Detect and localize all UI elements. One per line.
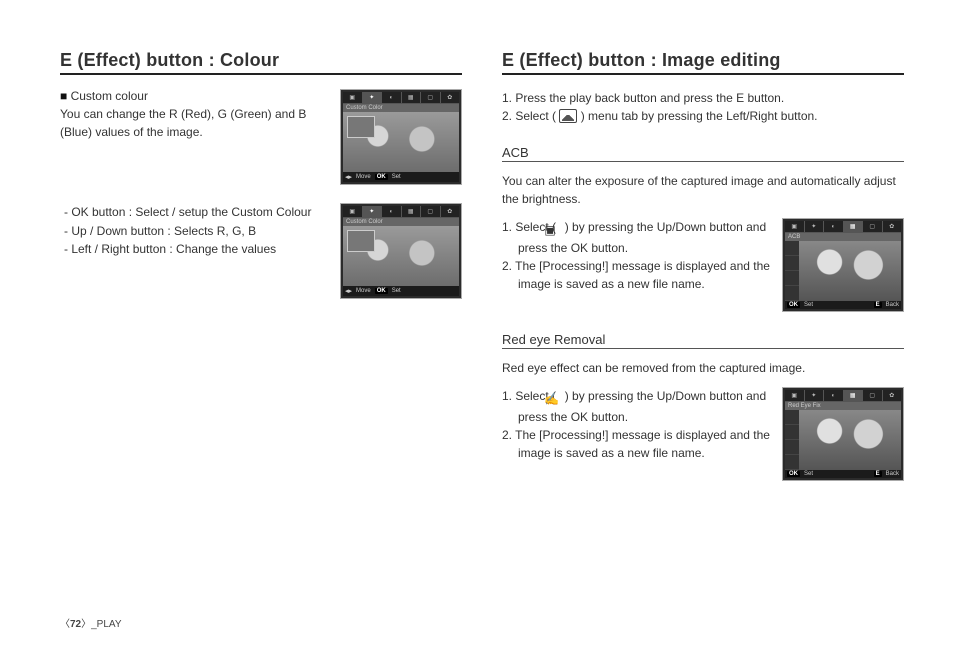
tab-icon: ✿ — [883, 221, 902, 232]
footer-ok-label: OK — [375, 174, 388, 180]
footer-move: Move — [356, 174, 371, 180]
redeye-step-2: 2. The [Processing!] message is displaye… — [502, 426, 772, 462]
page-number: 72 — [70, 619, 81, 630]
thumb-sidebar — [785, 241, 799, 301]
heading-image-editing: E (Effect) button : Image editing — [502, 50, 904, 75]
lcd-thumbnail-custom-color-2: ▣ ✦ ◐ ▦ ▢ ✿ Custom Color ◂▸ Move OK — [340, 203, 462, 299]
footer-set: Set — [804, 471, 813, 477]
tab-icon: ✿ — [441, 92, 460, 103]
tab-icon: ✿ — [883, 390, 902, 401]
right-column: E (Effect) button : Image editing 1. Pre… — [502, 50, 904, 630]
footer-set: Set — [392, 288, 401, 294]
tab-icon: ▣ — [343, 92, 363, 103]
arrows-icon: ◂▸ — [345, 173, 352, 181]
lcd-thumbnail-acb: ▣ ✦ ◐ ▦ ▢ ✿ ACB OK Set E Back — [782, 218, 904, 312]
page-section: _PLAY — [91, 619, 121, 630]
control-leftright: - Left / Right button : Change the value… — [64, 240, 330, 259]
image-icon — [559, 109, 577, 123]
heading-colour: E (Effect) button : Colour — [60, 50, 462, 75]
footer-e-label: E — [874, 471, 882, 477]
rgb-bars — [347, 116, 375, 138]
footer-ok-label: OK — [375, 288, 388, 294]
footer-set: Set — [804, 302, 813, 308]
footer-e-label: E — [874, 302, 882, 308]
tab-icon: ▣ — [785, 390, 805, 401]
tab-icon: ▣ — [343, 206, 363, 217]
thumb-image — [343, 112, 459, 172]
tab-icon: ▣ — [785, 221, 805, 232]
tab-icon: ▢ — [421, 206, 441, 217]
footer-set: Set — [392, 174, 401, 180]
tab-icon: ▦ — [844, 390, 864, 401]
intro-step-1: 1. Press the play back button and press … — [502, 89, 904, 107]
control-ok: - OK button : Select / setup the Custom … — [64, 203, 330, 222]
tab-icon: ▢ — [421, 92, 441, 103]
tab-icon: ✦ — [805, 221, 825, 232]
thumb-title: Red Eye Fix — [785, 402, 901, 410]
tab-icon: ▦ — [402, 206, 422, 217]
redeye-step-1: 1. Select ( ✍ ) by pressing the Up/Down … — [502, 387, 772, 426]
lcd-thumbnail-custom-color-1: ▣ ✦ ◐ ▦ ▢ ✿ Custom Color ◂▸ Move OK — [340, 89, 462, 185]
thumb-sidebar — [785, 410, 799, 470]
left-column: E (Effect) button : Colour Custom colour… — [60, 50, 462, 630]
thumb-image — [799, 410, 901, 470]
footer-back: Back — [886, 302, 899, 308]
thumb-title: Custom Color — [343, 104, 459, 112]
thumb-image — [343, 226, 459, 286]
redeye-heading: Red eye Removal — [502, 332, 904, 349]
acb-step-1: 1. Select ( ▣ ) by pressing the Up/Down … — [502, 218, 772, 257]
intro-step-2-a: 2. Select ( — [502, 109, 559, 123]
intro-step-2: 2. Select ( ) menu tab by pressing the L… — [502, 107, 904, 125]
thumb-title: Custom Color — [343, 218, 459, 226]
control-updown: - Up / Down button : Selects R, G, B — [64, 222, 330, 241]
page-footer: 〈72〉_PLAY — [60, 615, 122, 630]
acb-heading: ACB — [502, 145, 904, 162]
thumb-title: ACB — [785, 233, 901, 241]
intro-step-2-b: ) menu tab by pressing the Left/Right bu… — [577, 109, 817, 123]
tab-icon: ◐ — [382, 206, 402, 217]
footer-ok-label: OK — [787, 302, 800, 308]
footer-move: Move — [356, 288, 371, 294]
tab-icon: ✦ — [363, 92, 383, 103]
tab-icon: ▢ — [863, 390, 883, 401]
tab-icon: ✦ — [805, 390, 825, 401]
acb-desc: You can alter the exposure of the captur… — [502, 172, 904, 208]
lcd-thumbnail-redeye: ▣ ✦ ◐ ▦ ▢ ✿ Red Eye Fix OK Set E Back — [782, 387, 904, 481]
custom-colour-sub: Custom colour — [60, 89, 330, 103]
tab-icon: ▢ — [863, 221, 883, 232]
thumb-image — [799, 241, 901, 301]
tab-icon: ◐ — [382, 92, 402, 103]
tab-icon: ◐ — [824, 221, 844, 232]
tab-icon: ◐ — [824, 390, 844, 401]
tab-icon: ✿ — [441, 206, 460, 217]
footer-ok-label: OK — [787, 471, 800, 477]
tab-icon: ✦ — [363, 206, 383, 217]
redeye-desc: Red eye effect can be removed from the c… — [502, 359, 904, 377]
rgb-bars — [347, 230, 375, 252]
acb-step-2: 2. The [Processing!] message is displaye… — [502, 257, 772, 293]
footer-back: Back — [886, 471, 899, 477]
tab-icon: ▦ — [402, 92, 422, 103]
arrows-icon: ◂▸ — [345, 287, 352, 295]
custom-colour-desc: You can change the R (Red), G (Green) an… — [60, 105, 330, 141]
tab-icon: ▦ — [844, 221, 864, 232]
